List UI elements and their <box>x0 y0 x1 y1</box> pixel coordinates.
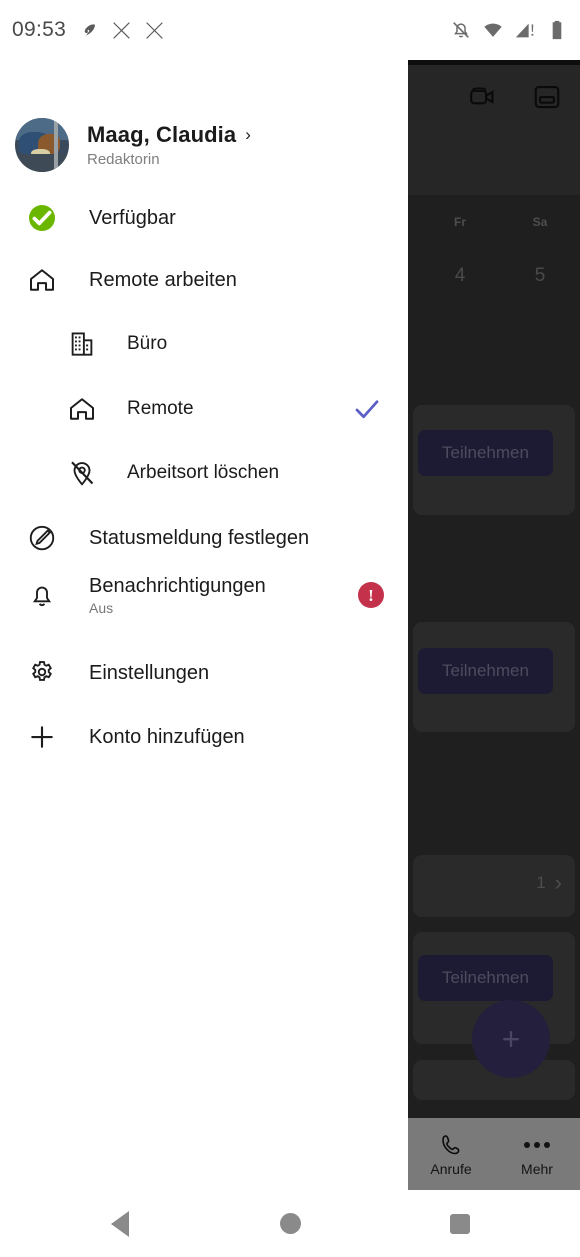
drawer-item-benachrichtigungen[interactable]: Benachrichtigungen Aus ! <box>0 567 408 623</box>
bg-pager-count: 1 <box>536 873 546 892</box>
location-off-icon <box>67 458 97 488</box>
drawer-label-verfuegbar: Verfügbar <box>89 206 176 229</box>
bg-join-button[interactable]: Teilnehmen <box>418 430 553 476</box>
drawer-item-verfuegbar[interactable]: Verfügbar <box>0 190 408 246</box>
bg-nav-item-mehr[interactable]: Mehr <box>494 1118 580 1190</box>
bg-day-label-fr: Fr <box>454 215 466 229</box>
drawer-item-einstellungen[interactable]: Einstellungen <box>0 645 408 701</box>
drawer-item-remote-arbeiten[interactable]: Remote arbeiten <box>0 252 408 308</box>
drawer-label-statusmeldung: Statusmeldung festlegen <box>89 526 310 549</box>
drawer-label-arbeitsort-loeschen: Arbeitsort löschen <box>127 462 280 483</box>
drawer-item-arbeitsort-loeschen[interactable]: Arbeitsort löschen <box>0 445 408 501</box>
bg-pager[interactable]: 1 › <box>536 872 562 894</box>
video-camera-icon[interactable] <box>468 82 498 112</box>
bg-nav-item-anrufe[interactable]: Anrufe <box>408 1118 494 1190</box>
drawer-label-einstellungen: Einstellungen <box>89 661 210 684</box>
profile-header[interactable]: Maag, Claudia › Redaktorin <box>0 110 408 180</box>
drawer-item-statusmeldung[interactable]: Statusmeldung festlegen <box>0 510 408 566</box>
drawer-label-buero: Büro <box>127 333 168 354</box>
signal-warning-icon <box>514 19 536 41</box>
more-dots-icon <box>524 1132 550 1158</box>
back-button[interactable] <box>100 1204 140 1244</box>
bg-nav-label-anrufe: Anrufe <box>430 1160 472 1177</box>
bg-day-number-4[interactable]: 4 <box>440 265 480 287</box>
gear-icon <box>27 658 57 688</box>
drawer-label-remote-arbeiten: Remote arbeiten <box>89 268 237 291</box>
bg-day-number-5[interactable]: 5 <box>520 265 560 287</box>
bg-bottom-navigation: Anrufe Mehr <box>408 1118 580 1190</box>
bg-join-button[interactable]: Teilnehmen <box>418 648 553 694</box>
drawer-item-remote[interactable]: Remote <box>0 381 408 437</box>
chevron-right-icon: › <box>245 125 251 144</box>
background-app-dimmed: Fr Sa 4 5 Teilnehmen Teilnehmen 1 › Teil… <box>408 60 580 1190</box>
account-drawer: Maag, Claudia › Redaktorin Verfügbar Rem… <box>0 0 408 1190</box>
bg-nav-label-mehr: Mehr <box>521 1160 553 1177</box>
drawer-sublabel-benachrichtigungen: Aus <box>89 599 114 616</box>
battery-icon <box>546 19 568 41</box>
bg-header-icon-row <box>408 82 580 122</box>
status-badge: ! <box>358 582 384 608</box>
bg-day-label-sa: Sa <box>532 215 548 229</box>
home-button[interactable] <box>270 1204 310 1244</box>
edit-pencil-icon <box>27 523 57 553</box>
drawer-label-benachrichtigungen: Benachrichtigungen <box>89 574 266 597</box>
x-app-icon-2 <box>144 20 165 41</box>
android-navigation-bar <box>0 1190 580 1257</box>
recents-button[interactable] <box>440 1204 480 1244</box>
user-avatar[interactable] <box>15 118 69 172</box>
phone-icon <box>439 1132 463 1158</box>
plus-icon <box>27 722 57 752</box>
available-status-icon <box>27 203 57 233</box>
bg-join-button[interactable]: Teilnehmen <box>418 955 553 1001</box>
profile-name: Maag, Claudia <box>87 122 237 147</box>
checkmark-icon <box>352 394 382 424</box>
avast-icon <box>78 20 99 41</box>
wifi-icon <box>482 19 504 41</box>
bell-icon <box>27 580 57 610</box>
drawer-label-remote: Remote <box>127 398 194 419</box>
status-bar-right <box>450 0 568 60</box>
home-icon <box>67 394 97 424</box>
profile-subtitle: Redaktorin <box>87 151 160 168</box>
notifications-muted-icon <box>450 19 472 41</box>
drawer-item-konto-hinzufuegen[interactable]: Konto hinzufügen <box>0 709 408 765</box>
office-building-icon <box>67 329 97 359</box>
x-app-icon <box>111 20 132 41</box>
layout-view-icon[interactable] <box>532 82 562 112</box>
home-icon <box>27 265 57 295</box>
chevron-right-icon: › <box>554 870 562 895</box>
drawer-label-konto-hinzufuegen: Konto hinzufügen <box>89 725 245 748</box>
drawer-item-buero[interactable]: Büro <box>0 316 408 372</box>
status-bar-left: 09:53 <box>12 0 165 60</box>
android-status-bar: 09:53 <box>0 0 580 60</box>
profile-text: Maag, Claudia › Redaktorin <box>87 122 251 168</box>
status-bar-clock: 09:53 <box>12 18 67 41</box>
bg-add-fab-button[interactable]: + <box>472 1000 550 1078</box>
